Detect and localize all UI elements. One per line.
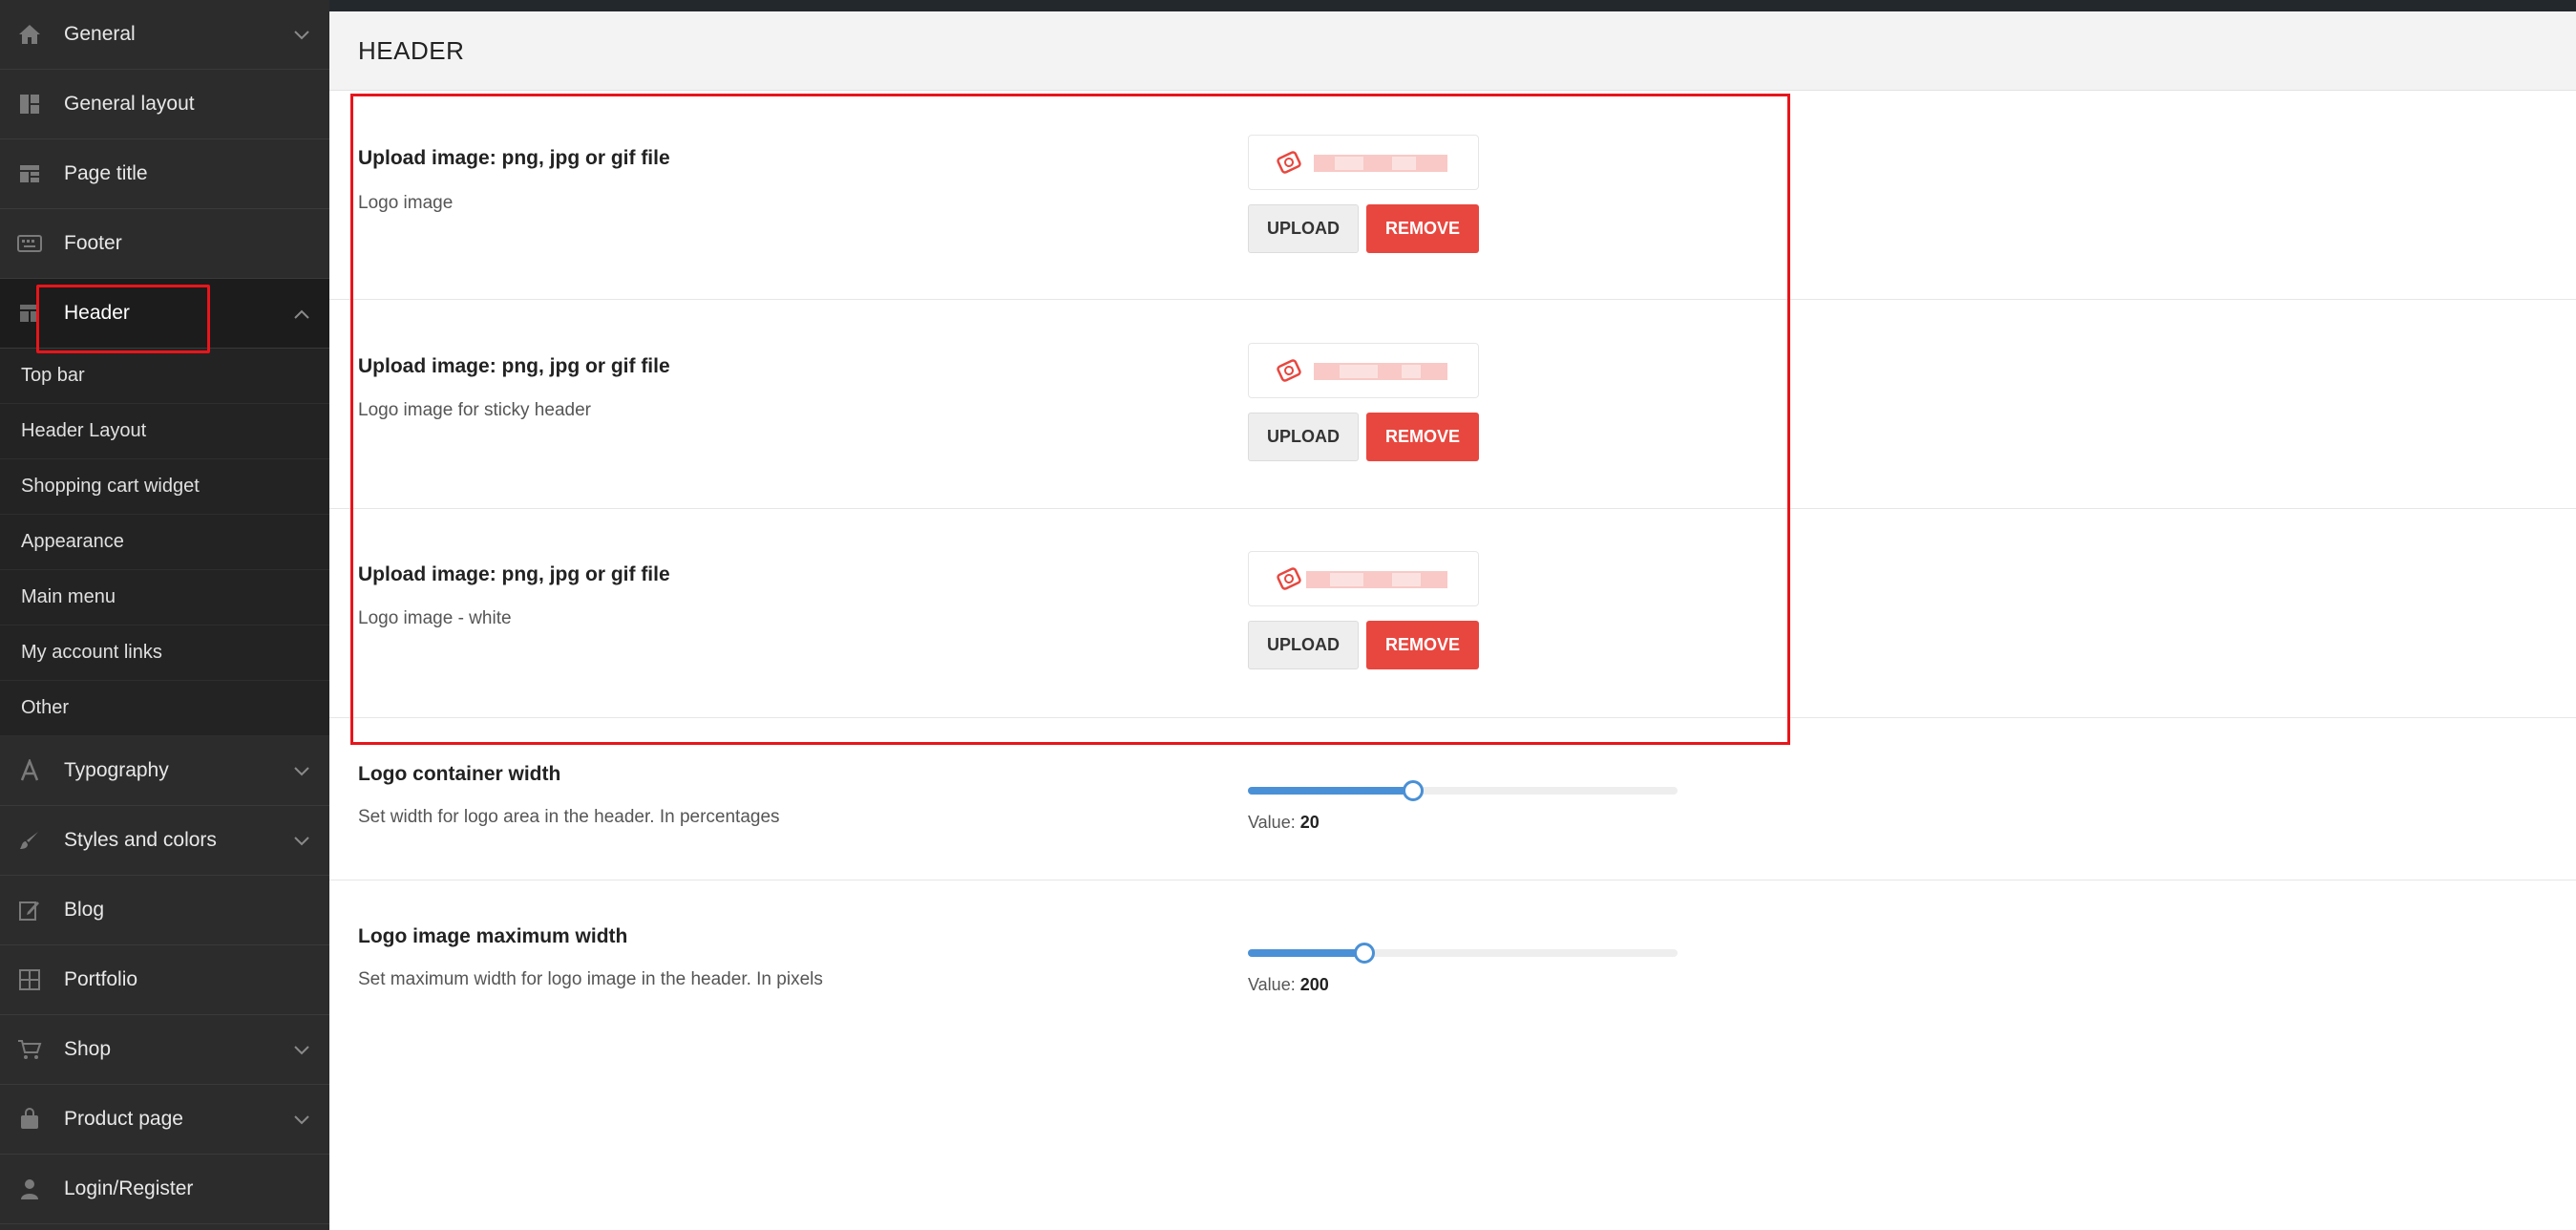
sidebar-item-shop[interactable]: Shop xyxy=(0,1015,329,1085)
slider-value-readout: Value: 20 xyxy=(1248,813,1320,833)
sidebar-item-general[interactable]: General xyxy=(0,0,329,70)
submenu-item-my-account-links[interactable]: My account links xyxy=(0,626,329,681)
sidebar-item-blog[interactable]: Blog xyxy=(0,876,329,945)
upload-row-sticky-logo: Upload image: png, jpg or gif file Logo … xyxy=(329,300,2576,509)
slider-value-prefix: Value: xyxy=(1248,813,1296,832)
sidebar-item-label: Shop xyxy=(64,1038,112,1060)
submenu-item-shopping-cart-widget[interactable]: Shopping cart widget xyxy=(0,459,329,515)
upload-button[interactable]: UPLOAD xyxy=(1248,413,1359,461)
sidebar-item-label: Typography xyxy=(64,759,169,781)
sidebar: General General layout Page title Footer… xyxy=(0,0,329,1230)
chevron-down-icon xyxy=(293,29,310,40)
typography-icon xyxy=(17,758,42,783)
active-item-highlight xyxy=(36,285,210,353)
section-header: HEADER xyxy=(329,11,2576,91)
slider-row-logo-container-width: Logo container width Set width for logo … xyxy=(329,718,2576,880)
slider-description: Set width for logo area in the header. I… xyxy=(358,807,780,827)
home-icon xyxy=(17,22,42,47)
chevron-down-icon xyxy=(293,765,310,776)
upload-title: Upload image: png, jpg or gif file xyxy=(358,563,670,585)
sidebar-item-header[interactable]: Header xyxy=(0,279,329,353)
sidebar-item-label: Blog xyxy=(64,899,105,921)
slider-fill xyxy=(1248,787,1414,795)
sidebar-item-label: General xyxy=(64,23,136,45)
logo-max-width-slider[interactable] xyxy=(1248,943,1678,964)
edit-icon xyxy=(17,898,42,922)
sidebar-item-portfolio[interactable]: Portfolio xyxy=(0,945,329,1015)
submenu-item-appearance[interactable]: Appearance xyxy=(0,515,329,570)
remove-button[interactable]: REMOVE xyxy=(1366,204,1479,253)
upload-description: Logo image - white xyxy=(358,608,512,628)
logo-preview-image xyxy=(1248,135,1479,190)
logo-container-width-slider[interactable] xyxy=(1248,780,1678,801)
slider-title: Logo container width xyxy=(358,763,561,785)
sidebar-item-label: General layout xyxy=(64,93,195,115)
keyboard-icon xyxy=(17,231,42,256)
slider-title: Logo image maximum width xyxy=(358,925,628,947)
sidebar-item-label: Product page xyxy=(64,1108,183,1130)
bag-icon xyxy=(17,1107,42,1132)
settings-panel: HEADER Upload image: png, jpg or gif fil… xyxy=(329,11,2576,1230)
window-top-bar xyxy=(0,0,2576,11)
sidebar-item-footer[interactable]: Footer xyxy=(0,209,329,279)
sidebar-item-typography[interactable]: Typography xyxy=(0,736,329,806)
upload-button[interactable]: UPLOAD xyxy=(1248,621,1359,669)
slider-value-readout: Value: 200 xyxy=(1248,975,1329,995)
upload-button[interactable]: UPLOAD xyxy=(1248,204,1359,253)
chevron-up-icon xyxy=(293,308,310,319)
page-title-icon xyxy=(17,161,42,186)
slider-handle[interactable] xyxy=(1403,780,1425,801)
brush-icon xyxy=(17,828,42,853)
cart-icon xyxy=(17,1037,42,1062)
sidebar-item-login-register[interactable]: Login/Register xyxy=(0,1155,329,1224)
logo-preview-image xyxy=(1248,343,1479,398)
header-submenu: Top bar Header Layout Shopping cart widg… xyxy=(0,349,329,736)
upload-row-logo: Upload image: png, jpg or gif file Logo … xyxy=(329,91,2576,300)
grid-icon xyxy=(17,967,42,992)
sidebar-item-label: Page title xyxy=(64,162,148,184)
chevron-down-icon xyxy=(293,835,310,846)
upload-row-white-logo: Upload image: png, jpg or gif file Logo … xyxy=(329,509,2576,718)
layout-grid-icon xyxy=(17,92,42,117)
slider-value: 20 xyxy=(1299,813,1320,832)
upload-title: Upload image: png, jpg or gif file xyxy=(358,355,670,377)
logo-preview-image xyxy=(1248,551,1479,606)
sidebar-item-product-page[interactable]: Product page xyxy=(0,1085,329,1155)
submenu-item-top-bar[interactable]: Top bar xyxy=(0,349,329,404)
remove-button[interactable]: REMOVE xyxy=(1366,413,1479,461)
chevron-down-icon xyxy=(293,1113,310,1125)
remove-button[interactable]: REMOVE xyxy=(1366,621,1479,669)
upload-description: Logo image xyxy=(358,193,454,213)
submenu-item-header-layout[interactable]: Header Layout xyxy=(0,404,329,459)
sidebar-item-label: Styles and colors xyxy=(64,829,217,851)
submenu-item-main-menu[interactable]: Main menu xyxy=(0,570,329,626)
slider-value-prefix: Value: xyxy=(1248,975,1296,994)
section-title: HEADER xyxy=(358,35,465,65)
chevron-down-icon xyxy=(293,1044,310,1055)
user-icon xyxy=(17,1177,42,1201)
sidebar-item-general-layout[interactable]: General layout xyxy=(0,70,329,139)
sidebar-item-styles-and-colors[interactable]: Styles and colors xyxy=(0,806,329,876)
sidebar-item-label: Login/Register xyxy=(64,1177,194,1199)
sidebar-item-label: Portfolio xyxy=(64,968,138,990)
slider-handle[interactable] xyxy=(1353,943,1375,964)
sidebar-item-label: Footer xyxy=(64,232,122,254)
slider-fill xyxy=(1248,949,1364,957)
upload-title: Upload image: png, jpg or gif file xyxy=(358,147,670,169)
slider-row-logo-max-width: Logo image maximum width Set maximum wid… xyxy=(329,880,2576,1043)
slider-value: 200 xyxy=(1299,975,1329,994)
submenu-item-other[interactable]: Other xyxy=(0,681,329,736)
upload-description: Logo image for sticky header xyxy=(358,400,591,420)
slider-description: Set maximum width for logo image in the … xyxy=(358,969,823,989)
sidebar-item-page-title[interactable]: Page title xyxy=(0,139,329,209)
